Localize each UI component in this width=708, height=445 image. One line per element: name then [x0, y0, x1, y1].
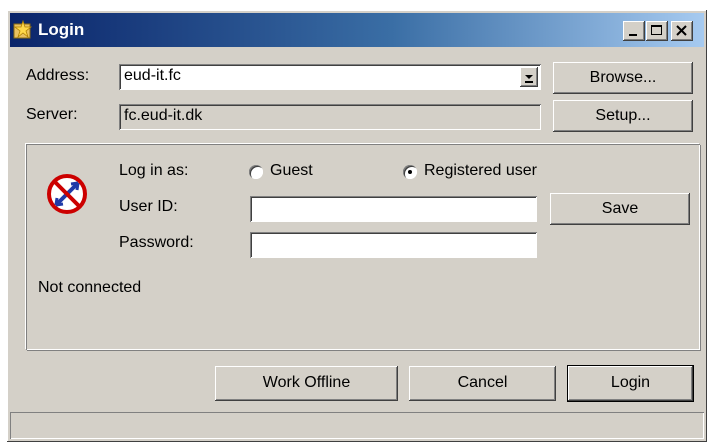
password-label: Password:	[119, 234, 194, 251]
user-id-label: User ID:	[119, 198, 178, 215]
user-id-input[interactable]	[250, 196, 537, 222]
registered-user-radio[interactable]	[403, 165, 417, 179]
address-combobox[interactable]: eud-it.fc	[119, 64, 541, 90]
browse-button[interactable]: Browse...	[553, 62, 693, 94]
minimize-button[interactable]	[623, 21, 645, 41]
connection-status-text: Not connected	[38, 279, 142, 296]
window-title: Login	[38, 20, 85, 39]
login-dialog: Login Address: eud-it.fc Browse... Serve…	[7, 10, 707, 442]
guest-radio[interactable]	[249, 165, 263, 179]
radio-selected-dot	[408, 170, 412, 174]
server-field: fc.eud-it.dk	[119, 104, 541, 130]
maximize-button[interactable]	[646, 21, 668, 41]
close-icon	[676, 25, 687, 36]
login-button[interactable]: Login	[568, 366, 693, 401]
server-label: Server:	[26, 106, 78, 123]
maximize-icon	[651, 25, 662, 35]
work-offline-button[interactable]: Work Offline	[215, 366, 398, 401]
save-button[interactable]: Save	[550, 193, 690, 225]
login-star-icon	[13, 19, 33, 40]
disconnected-icon	[45, 172, 89, 221]
minimize-icon	[629, 34, 637, 36]
address-value: eud-it.fc	[124, 67, 181, 84]
setup-button[interactable]: Setup...	[553, 100, 693, 132]
title-bar[interactable]: Login	[10, 13, 704, 47]
chevron-down-icon	[525, 75, 533, 83]
address-label: Address:	[26, 67, 90, 84]
status-bar	[10, 412, 704, 439]
log-in-as-label: Log in as:	[119, 162, 189, 179]
password-input[interactable]	[250, 232, 537, 258]
registered-user-option-label[interactable]: Registered user	[424, 162, 537, 180]
login-group: Log in as: Guest Registered user User ID…	[26, 144, 700, 350]
close-button[interactable]	[671, 21, 693, 41]
cancel-button[interactable]: Cancel	[409, 366, 556, 401]
address-dropdown-button[interactable]	[520, 67, 538, 87]
guest-option-label[interactable]: Guest	[270, 162, 313, 180]
